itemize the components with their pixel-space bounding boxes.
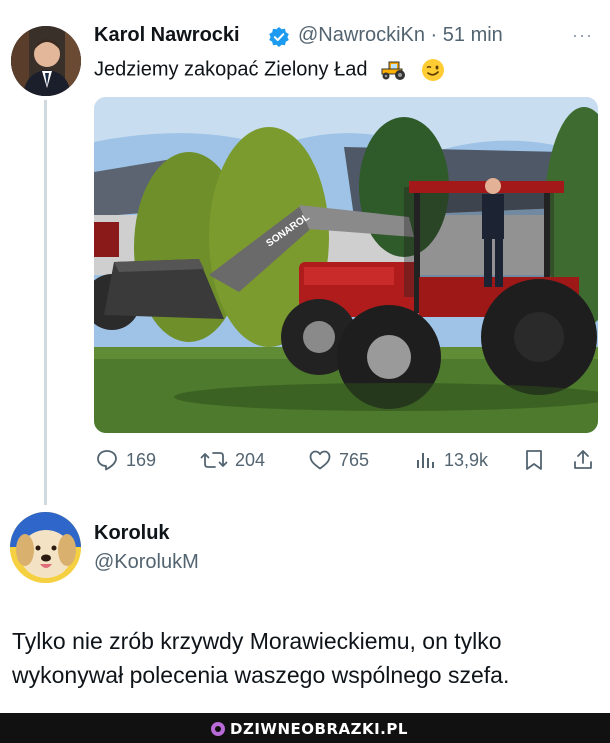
author-name[interactable]: Karol Nawrocki [94,24,240,47]
tweet-text-content: Jedziemy zakopać Zielony Ład [94,58,368,81]
bookmark-icon [526,450,542,470]
reply-text: Tylko nie zrób krzywdy Morawieckiemu, on… [12,628,510,688]
reply-author-name[interactable]: Koroluk [94,522,170,545]
bookmark-button[interactable] [522,447,552,473]
views-button[interactable]: 13,9k [414,447,488,473]
retweet-count: 204 [235,449,266,470]
author-handle-time[interactable]: @NawrockiKn · 51 min [298,24,503,47]
heart-icon [309,450,331,470]
like-count: 765 [339,449,370,470]
reply-author-avatar[interactable] [10,512,81,583]
views-count: 13,9k [444,449,489,470]
tweet-text: Jedziemy zakopać Zielony Ład [94,58,445,82]
share-icon [574,450,592,469]
views-chart-icon [417,453,434,468]
reply-count: 169 [126,449,157,470]
share-button[interactable] [571,447,601,473]
reply-icon [97,450,117,471]
watermark-text: DZIWNEOBRAZKI.PL [230,720,408,738]
thread-line [44,100,47,505]
more-options-icon[interactable]: ··· [572,25,593,46]
retweet-button[interactable]: 204 [199,447,265,473]
tweet-photo[interactable]: SONAROL [94,97,598,433]
verified-badge-icon [269,27,289,47]
reply-author-handle[interactable]: @KorolukM [94,551,199,574]
author-avatar[interactable] [11,26,81,96]
watermark: DZIWNEOBRAZKI.PL [210,719,408,739]
reply-button[interactable]: 169 [94,447,156,473]
watermark-logo-icon [211,722,225,736]
winking-face-emoji-icon [421,59,444,81]
tractor-emoji-icon [381,61,406,80]
retweet-icon [200,452,228,468]
like-button[interactable]: 765 [307,447,369,473]
